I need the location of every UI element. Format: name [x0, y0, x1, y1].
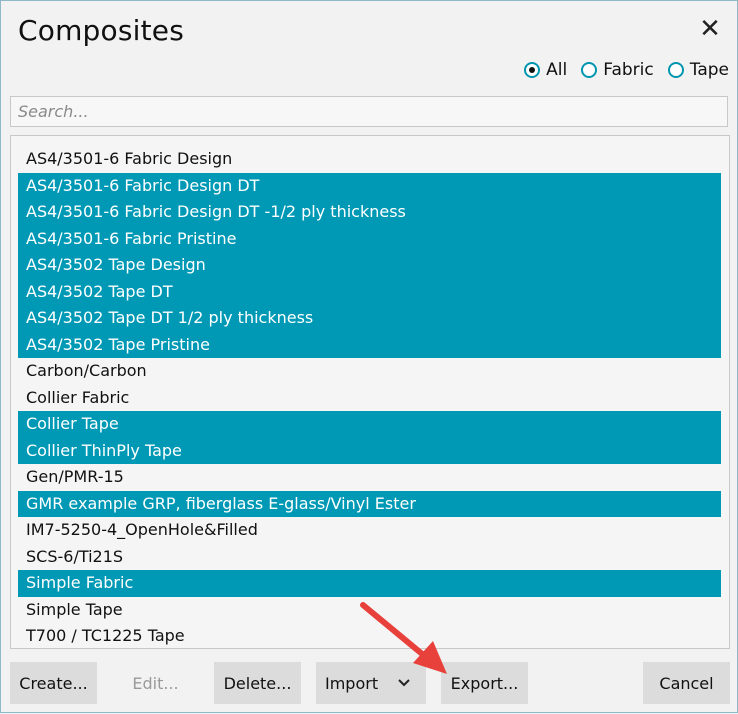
list-item[interactable]: AS4/3502 Tape DT 1/2 ply thickness	[18, 305, 721, 332]
filter-tape-label: Tape	[689, 60, 729, 80]
list-item[interactable]: AS4/3501-6 Fabric Design DT	[18, 172, 721, 199]
list-item[interactable]: Carbon/Carbon	[18, 358, 721, 385]
filter-fabric-label: Fabric	[603, 60, 654, 80]
search-input[interactable]	[10, 96, 728, 127]
delete-button[interactable]: Delete...	[214, 662, 301, 704]
cancel-button[interactable]: Cancel	[643, 662, 730, 704]
create-button[interactable]: Create...	[10, 662, 97, 704]
chevron-down-icon[interactable]	[397, 676, 411, 690]
edit-button: Edit...	[132, 673, 179, 693]
composites-list[interactable]: AS4/3501-6 Fabric Design AS4/3501-6 Fabri…	[10, 135, 730, 649]
list-item[interactable]: Collier ThinPly Tape	[18, 437, 721, 464]
filter-all-label: All	[546, 60, 568, 80]
radio-tape[interactable]	[667, 62, 684, 78]
export-button[interactable]: Export...	[441, 662, 528, 704]
dialog-title: Composites	[18, 14, 185, 47]
list-item[interactable]: AS4/3501-6 Fabric Design	[18, 146, 721, 173]
filter-tape[interactable]: Tape	[667, 60, 729, 80]
list-item[interactable]: Collier Tape	[18, 411, 721, 438]
list-item[interactable]: SCS-6/Ti21S	[18, 544, 721, 571]
list-item[interactable]: Simple Tape	[18, 597, 721, 624]
import-button[interactable]: Import	[316, 662, 426, 704]
filter-all[interactable]: All	[524, 60, 567, 80]
list-item[interactable]: Simple Fabric	[18, 570, 721, 597]
list-item[interactable]: GMR example GRP, fiberglass E-glass/Viny…	[18, 490, 721, 517]
filter-fabric[interactable]: Fabric	[581, 60, 654, 80]
list-item[interactable]: IM7-5250-4_OpenHole&Filled	[18, 517, 721, 544]
list-item[interactable]: T700 / TC1225 Tape	[18, 623, 721, 648]
close-icon[interactable]: ✕	[698, 16, 722, 42]
radio-all[interactable]	[524, 62, 541, 78]
list-item[interactable]: AS4/3502 Tape Design	[18, 252, 721, 279]
list-item[interactable]: AS4/3501-6 Fabric Design DT -1/2 ply thi…	[18, 199, 721, 226]
radio-fabric[interactable]	[581, 62, 598, 78]
list-item[interactable]: AS4/3502 Tape Pristine	[18, 331, 721, 358]
list-item[interactable]: Gen/PMR-15	[18, 464, 721, 491]
list-item[interactable]: AS4/3501-6 Fabric Pristine	[18, 225, 721, 252]
type-filter: All Fabric Tape	[524, 58, 729, 82]
import-button-label: Import	[325, 673, 379, 693]
composites-dialog: Composites ✕ All Fabric Tape AS4/3501-6 …	[0, 0, 738, 713]
composites-list-items: AS4/3501-6 Fabric Design AS4/3501-6 Fabri…	[18, 146, 721, 648]
list-item[interactable]: Collier Fabric	[18, 385, 721, 412]
list-item[interactable]: AS4/3502 Tape DT	[18, 278, 721, 305]
